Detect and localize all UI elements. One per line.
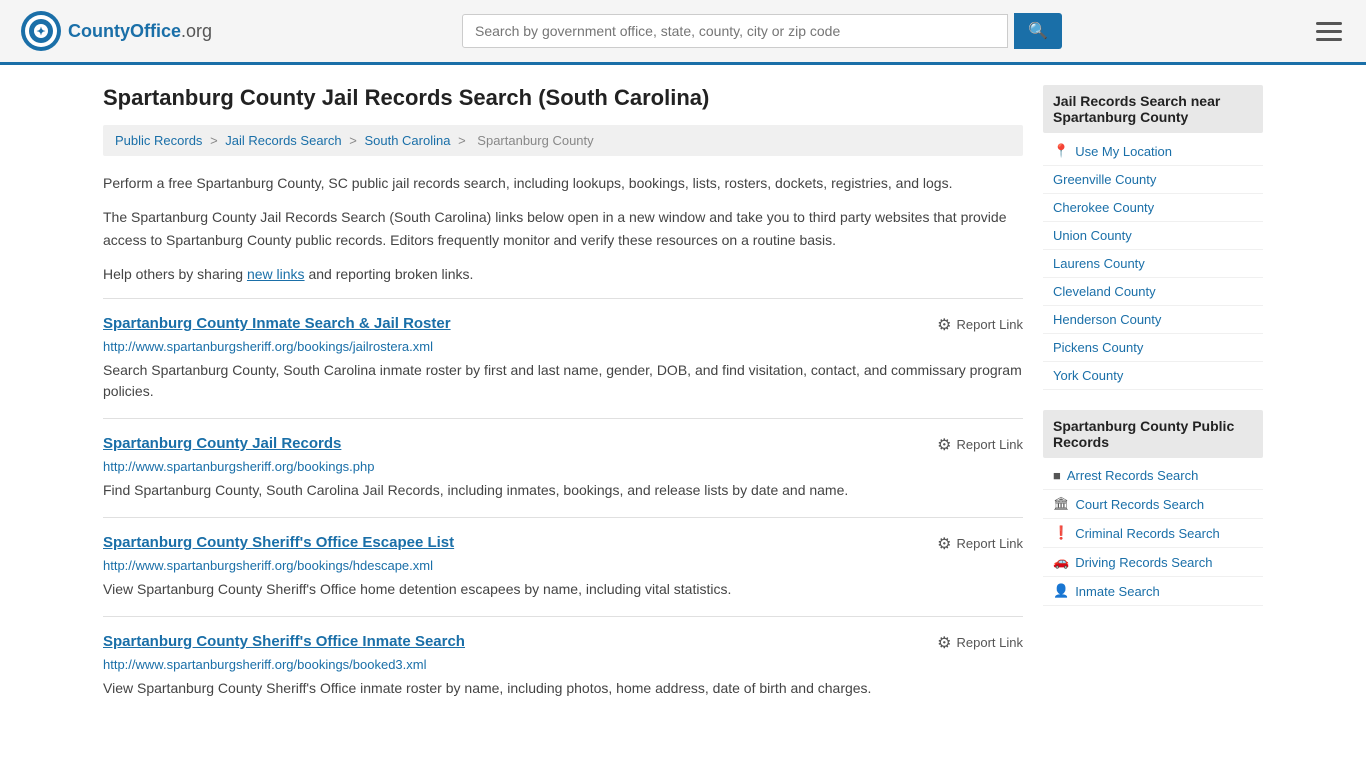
report-label-2: Report Link [957,536,1023,551]
header: ✦ CountyOffice.org 🔍 [0,0,1366,65]
pr-icon-3: 🚗 [1053,554,1069,570]
public-records-section: Spartanburg County Public Records ■ Arres… [1043,410,1263,606]
public-records-links: ■ Arrest Records Search 🏛 Court Records Sea… [1043,462,1263,606]
result-title-2[interactable]: Spartanburg County Sheriff's Office Esca… [103,534,454,551]
content-area: Spartanburg County Jail Records Search (… [103,85,1023,715]
breadcrumb-current: Spartanburg County [477,133,593,148]
report-icon-2: ⚙ [937,534,951,554]
result-desc-2: View Spartanburg County Sheriff's Office… [103,579,1023,600]
search-button[interactable]: 🔍 [1014,13,1062,49]
svg-text:✦: ✦ [36,26,45,38]
result-title-3[interactable]: Spartanburg County Sheriff's Office Inma… [103,633,465,650]
pr-icon-1: 🏛 [1053,496,1070,512]
report-icon-0: ⚙ [937,315,951,335]
result-title-1[interactable]: Spartanburg County Jail Records [103,435,341,452]
result-item-2: Spartanburg County Sheriff's Office Esca… [103,517,1023,616]
use-location-label: Use My Location [1075,144,1172,159]
logo-text: CountyOffice.org [68,21,212,42]
new-links-link[interactable]: new links [247,266,305,282]
public-records-link-2[interactable]: ❗ Criminal Records Search [1043,519,1263,548]
report-link-0[interactable]: ⚙ Report Link [937,315,1023,335]
pr-label-4: Inmate Search [1075,584,1160,599]
report-link-2[interactable]: ⚙ Report Link [937,534,1023,554]
location-icon: 📍 [1053,143,1069,159]
search-icon: 🔍 [1028,23,1048,40]
public-records-link-0[interactable]: ■ Arrest Records Search [1043,462,1263,490]
report-label-0: Report Link [957,317,1023,332]
report-icon-1: ⚙ [937,435,951,455]
breadcrumb-sep: > [458,133,469,148]
result-item-1: Spartanburg County Jail Records ⚙ Report… [103,418,1023,517]
pr-label-3: Driving Records Search [1075,555,1212,570]
search-input[interactable] [462,14,1008,48]
pr-icon-4: 👤 [1053,583,1069,599]
result-url-1[interactable]: http://www.spartanburgsheriff.org/bookin… [103,459,1023,474]
nearby-link-0[interactable]: Greenville County [1043,166,1263,194]
public-records-link-4[interactable]: 👤 Inmate Search [1043,577,1263,606]
menu-line [1316,38,1342,41]
pr-icon-2: ❗ [1053,525,1069,541]
public-records-link-3[interactable]: 🚗 Driving Records Search [1043,548,1263,577]
nearby-links: Greenville CountyCherokee CountyUnion Co… [1043,166,1263,390]
result-item-0: Spartanburg County Inmate Search & Jail … [103,298,1023,418]
report-link-3[interactable]: ⚙ Report Link [937,633,1023,653]
pr-label-1: Court Records Search [1076,497,1205,512]
pr-label-0: Arrest Records Search [1067,468,1199,483]
result-desc-1: Find Spartanburg County, South Carolina … [103,480,1023,501]
result-url-2[interactable]: http://www.spartanburgsheriff.org/bookin… [103,558,1023,573]
breadcrumb-public-records[interactable]: Public Records [115,133,202,148]
page-title: Spartanburg County Jail Records Search (… [103,85,1023,111]
desc-1: Perform a free Spartanburg County, SC pu… [103,172,1023,194]
nearby-link-6[interactable]: Pickens County [1043,334,1263,362]
logo-icon: ✦ [20,10,62,52]
breadcrumb-sep: > [349,133,360,148]
desc-3: Help others by sharing new links and rep… [103,263,1023,285]
menu-line [1316,30,1342,33]
nearby-link-3[interactable]: Laurens County [1043,250,1263,278]
use-location-link[interactable]: 📍 Use My Location [1043,137,1263,166]
nearby-link-1[interactable]: Cherokee County [1043,194,1263,222]
report-icon-3: ⚙ [937,633,951,653]
report-label-3: Report Link [957,635,1023,650]
nearby-link-5[interactable]: Henderson County [1043,306,1263,334]
nearby-link-7[interactable]: York County [1043,362,1263,390]
main-container: Spartanburg County Jail Records Search (… [83,65,1283,735]
pr-label-2: Criminal Records Search [1075,526,1220,541]
menu-line [1316,22,1342,25]
breadcrumb: Public Records > Jail Records Search > S… [103,125,1023,156]
result-title-0[interactable]: Spartanburg County Inmate Search & Jail … [103,315,451,332]
nearby-link-2[interactable]: Union County [1043,222,1263,250]
search-area: 🔍 [462,13,1062,49]
result-desc-0: Search Spartanburg County, South Carolin… [103,360,1023,402]
nearby-link-4[interactable]: Cleveland County [1043,278,1263,306]
result-item-3: Spartanburg County Sheriff's Office Inma… [103,616,1023,715]
menu-button[interactable] [1312,18,1346,45]
desc-2: The Spartanburg County Jail Records Sear… [103,206,1023,251]
breadcrumb-south-carolina[interactable]: South Carolina [364,133,450,148]
result-url-0[interactable]: http://www.spartanburgsheriff.org/bookin… [103,339,1023,354]
report-label-1: Report Link [957,437,1023,452]
sidebar: Jail Records Search near Spartanburg Cou… [1043,85,1263,715]
logo-area: ✦ CountyOffice.org [20,10,212,52]
public-records-link-1[interactable]: 🏛 Court Records Search [1043,490,1263,519]
nearby-section: Jail Records Search near Spartanburg Cou… [1043,85,1263,390]
pr-icon-0: ■ [1053,468,1061,483]
nearby-heading: Jail Records Search near Spartanburg Cou… [1043,85,1263,133]
results-list: Spartanburg County Inmate Search & Jail … [103,298,1023,715]
public-records-heading: Spartanburg County Public Records [1043,410,1263,458]
result-url-3[interactable]: http://www.spartanburgsheriff.org/bookin… [103,657,1023,672]
breadcrumb-jail-records[interactable]: Jail Records Search [225,133,341,148]
breadcrumb-sep: > [210,133,221,148]
report-link-1[interactable]: ⚙ Report Link [937,435,1023,455]
result-desc-3: View Spartanburg County Sheriff's Office… [103,678,1023,699]
